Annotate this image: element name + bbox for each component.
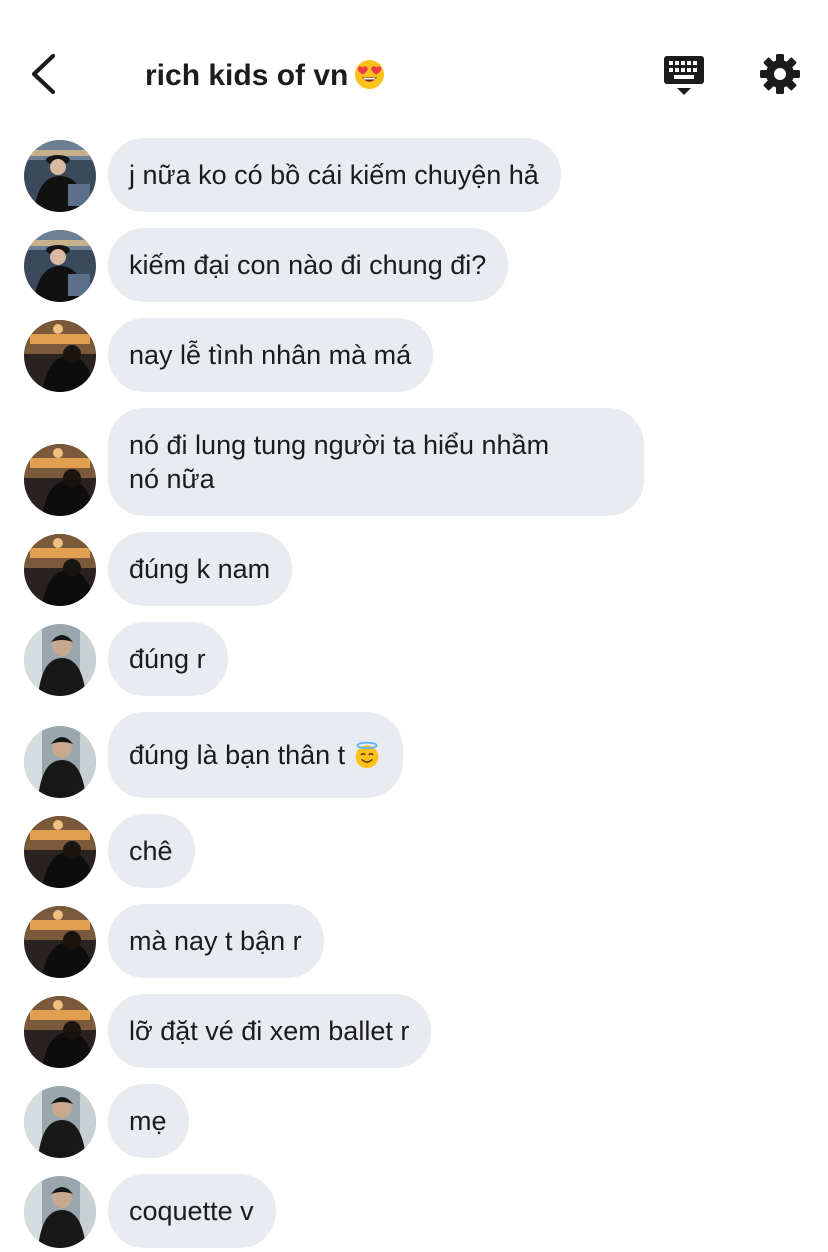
message-text: đúng là bạn thân t bbox=[129, 740, 346, 770]
message-row: đúng k nam bbox=[0, 532, 828, 606]
message-row: lỡ đặt vé đi xem ballet r bbox=[0, 994, 828, 1068]
chat-title[interactable]: rich kids of vn bbox=[145, 52, 385, 100]
message-text: đúng r bbox=[129, 644, 206, 674]
message-text: chê bbox=[129, 836, 173, 866]
message-bubble[interactable]: chê bbox=[108, 814, 195, 888]
message-text: j nữa ko có bồ cái kiếm chuyện hả bbox=[129, 160, 539, 190]
back-arrow-icon[interactable] bbox=[22, 48, 70, 100]
message-text: nó đi lung tung người ta hiểu nhầm nó nữ… bbox=[129, 430, 550, 494]
message-row: mà nay t bận r bbox=[0, 904, 828, 978]
chat-title-text: rich kids of vn bbox=[145, 59, 349, 92]
message-text: mà nay t bận r bbox=[129, 926, 302, 956]
avatar[interactable] bbox=[24, 140, 96, 212]
message-bubble[interactable]: nay lễ tình nhân mà má bbox=[108, 318, 434, 392]
message-row: đúng là bạn thân t bbox=[0, 712, 828, 798]
gear-icon[interactable] bbox=[756, 50, 804, 98]
heart-eyes-emoji-icon bbox=[354, 57, 385, 90]
message-bubble[interactable]: mẹ bbox=[108, 1084, 189, 1158]
message-row: kiếm đại con nào đi chung đi? bbox=[0, 228, 828, 302]
message-bubble[interactable]: kiếm đại con nào đi chung đi? bbox=[108, 228, 509, 302]
avatar[interactable] bbox=[24, 534, 96, 606]
message-bubble[interactable]: coquette v bbox=[108, 1174, 276, 1248]
avatar[interactable] bbox=[24, 1176, 96, 1248]
message-text: mẹ bbox=[129, 1106, 167, 1136]
avatar[interactable] bbox=[24, 444, 96, 516]
message-text: lỡ đặt vé đi xem ballet r bbox=[129, 1016, 410, 1046]
keyboard-icon[interactable] bbox=[660, 52, 708, 100]
message-bubble[interactable]: lỡ đặt vé đi xem ballet r bbox=[108, 994, 432, 1068]
smiling-halo-emoji-icon bbox=[353, 741, 381, 769]
message-row: nay lễ tình nhân mà má bbox=[0, 318, 828, 392]
message-row: mẹ bbox=[0, 1084, 828, 1158]
message-bubble[interactable]: mà nay t bận r bbox=[108, 904, 324, 978]
message-row: j nữa ko có bồ cái kiếm chuyện hả bbox=[0, 138, 828, 212]
message-row: chê bbox=[0, 814, 828, 888]
message-text: coquette v bbox=[129, 1196, 254, 1226]
message-text: kiếm đại con nào đi chung đi? bbox=[129, 250, 487, 280]
message-row: coquette v bbox=[0, 1174, 828, 1248]
avatar[interactable] bbox=[24, 230, 96, 302]
chat-header: rich kids of vn bbox=[0, 0, 828, 140]
avatar[interactable] bbox=[24, 816, 96, 888]
avatar[interactable] bbox=[24, 996, 96, 1068]
message-text: nay lễ tình nhân mà má bbox=[129, 340, 412, 370]
message-bubble[interactable]: đúng r bbox=[108, 622, 228, 696]
avatar[interactable] bbox=[24, 624, 96, 696]
message-bubble[interactable]: nó đi lung tung người ta hiểu nhầm nó nữ… bbox=[108, 408, 644, 516]
avatar[interactable] bbox=[24, 1086, 96, 1158]
avatar[interactable] bbox=[24, 320, 96, 392]
message-bubble[interactable]: đúng k nam bbox=[108, 532, 293, 606]
message-bubble[interactable]: j nữa ko có bồ cái kiếm chuyện hả bbox=[108, 138, 561, 212]
avatar[interactable] bbox=[24, 906, 96, 978]
message-text: đúng k nam bbox=[129, 554, 271, 584]
avatar[interactable] bbox=[24, 726, 96, 798]
message-row: đúng r bbox=[0, 622, 828, 696]
message-bubble[interactable]: đúng là bạn thân t bbox=[108, 712, 404, 798]
message-row: nó đi lung tung người ta hiểu nhầm nó nữ… bbox=[0, 408, 828, 516]
